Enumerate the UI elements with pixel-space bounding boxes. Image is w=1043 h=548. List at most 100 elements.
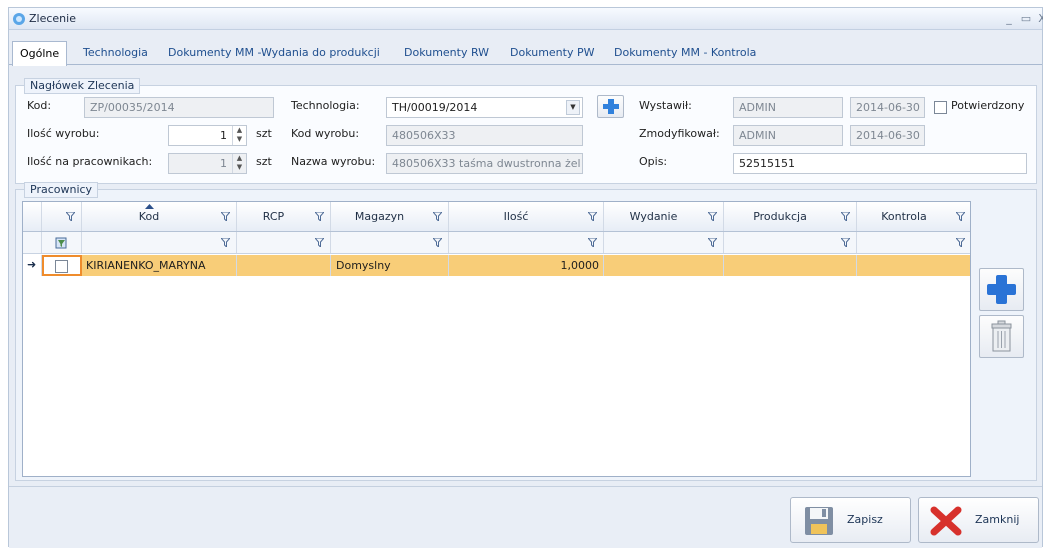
- cell-kontrola[interactable]: [857, 255, 970, 276]
- quantity-label: Ilość wyrobu:: [27, 127, 100, 140]
- filter-cell-rcp[interactable]: [237, 232, 331, 253]
- add-worker-button[interactable]: [979, 268, 1024, 311]
- filter-icon[interactable]: [841, 212, 850, 221]
- row-select-checkbox[interactable]: [55, 260, 68, 273]
- tab-technologia[interactable]: Technologia: [76, 43, 155, 65]
- filter-icon[interactable]: [433, 238, 442, 247]
- cell-ilosc[interactable]: 1,0000: [449, 255, 604, 276]
- column-header-rcp[interactable]: RCP: [237, 202, 331, 231]
- cell-magazyn[interactable]: Domyslny: [331, 255, 449, 276]
- quantity-spinner[interactable]: ▲ ▼: [232, 126, 246, 145]
- row-indicator: ➜: [23, 255, 42, 276]
- filter-icon[interactable]: [315, 212, 324, 221]
- cell-rcp[interactable]: [237, 255, 331, 276]
- filter-icon[interactable]: [956, 212, 965, 221]
- tab-strip: Ogólne Technologia Dokumenty MM -Wydania…: [9, 40, 1042, 66]
- close-label: Zamknij: [975, 513, 1020, 526]
- column-label-ilosc: Ilość: [503, 210, 529, 223]
- column-header-produkcja[interactable]: Produkcja: [724, 202, 857, 231]
- minimize-button[interactable]: _: [1001, 11, 1017, 27]
- chevron-down-icon[interactable]: ▼: [566, 100, 580, 115]
- column-label-produkcja: Produkcja: [753, 210, 807, 223]
- cell-produkcja[interactable]: [724, 255, 857, 276]
- save-label: Zapisz: [847, 513, 883, 526]
- save-button[interactable]: Zapisz: [790, 497, 911, 543]
- column-label-rcp: RCP: [262, 210, 285, 223]
- product-code-field: 480506X33: [386, 125, 583, 146]
- order-header-title: Nagłówek Zlecenia: [24, 78, 141, 94]
- column-header-wydanie[interactable]: Wydanie: [604, 202, 724, 231]
- trash-icon: [991, 320, 1012, 352]
- column-label-kontrola: Kontrola: [881, 210, 927, 223]
- filter-cell-magazyn[interactable]: [331, 232, 449, 253]
- filter-icon[interactable]: [708, 238, 717, 247]
- quantity-stepper[interactable]: 1 ▲ ▼: [168, 125, 247, 146]
- tab-dokumenty-mm-kontrola[interactable]: Dokumenty MM - Kontrola: [607, 43, 763, 65]
- tab-ogolne[interactable]: Ogólne: [12, 41, 68, 66]
- filter-icon[interactable]: [588, 238, 597, 247]
- worker-quantity-unit: szt: [256, 155, 272, 168]
- add-technology-button[interactable]: [597, 95, 624, 118]
- modified-date-field: 2014-06-30: [850, 125, 925, 146]
- product-code-label: Kod wyrobu:: [291, 127, 360, 140]
- plus-icon: [987, 275, 1016, 304]
- code-label: Kod:: [27, 99, 52, 112]
- issued-by-label: Wystawił:: [639, 99, 692, 112]
- column-header-kod[interactable]: Kod: [82, 202, 237, 231]
- tab-dokumenty-pw[interactable]: Dokumenty PW: [503, 43, 602, 65]
- filter-editor-icon[interactable]: [55, 237, 67, 249]
- worker-quantity-label: Ilość na pracownikach:: [27, 155, 153, 168]
- column-header-magazyn[interactable]: Magazyn: [331, 202, 449, 231]
- filter-icon[interactable]: [841, 238, 850, 247]
- worker-quantity-stepper: 1 ▲ ▼: [168, 153, 247, 174]
- filter-cell-kontrola[interactable]: [857, 232, 970, 253]
- order-code-field[interactable]: ZP/00035/2014: [84, 97, 274, 118]
- filter-cell-kod[interactable]: [82, 232, 237, 253]
- plus-icon: [603, 99, 619, 114]
- filter-icon[interactable]: [221, 212, 230, 221]
- row-select-cell[interactable]: [42, 255, 82, 276]
- footer-bar: Zapisz Zamknij: [9, 486, 1042, 548]
- column-header-ilosc[interactable]: Ilość: [449, 202, 604, 231]
- description-input[interactable]: 52515151: [733, 153, 1027, 174]
- title-bar: Zlecenie _ ▭ X: [9, 8, 1043, 30]
- technology-select[interactable]: TH/00019/2014 ▼: [386, 97, 583, 118]
- tab-dokumenty-rw[interactable]: Dokumenty RW: [397, 43, 496, 65]
- filter-icon[interactable]: [433, 212, 442, 221]
- order-header-group: Nagłówek Zlecenia Kod: ZP/00035/2014 Ilo…: [15, 78, 1037, 184]
- filter-icon[interactable]: [588, 212, 597, 221]
- worker-quantity-spinner: ▲ ▼: [232, 154, 246, 173]
- table-row[interactable]: ➜ KIRIANENKO_MARYNA Domyslny 1,0000: [23, 255, 970, 276]
- tab-dokumenty-mm-wydania[interactable]: Dokumenty MM -Wydania do produkcji: [161, 43, 387, 65]
- filter-cell-wydanie[interactable]: [604, 232, 724, 253]
- filter-cell-ilosc[interactable]: [449, 232, 604, 253]
- filter-icon[interactable]: [221, 238, 230, 247]
- delete-worker-button[interactable]: [979, 315, 1024, 358]
- technology-value: TH/00019/2014: [392, 101, 478, 114]
- cell-wydanie[interactable]: [604, 255, 724, 276]
- order-window: Zlecenie _ ▭ X Ogólne Technologia Dokume…: [8, 7, 1043, 548]
- maximize-button[interactable]: ▭: [1018, 11, 1034, 27]
- column-label-magazyn: Magazyn: [354, 210, 405, 223]
- modified-by-field: ADMIN: [733, 125, 843, 146]
- close-window-button[interactable]: X: [1034, 11, 1043, 27]
- window-title: Zlecenie: [29, 12, 76, 25]
- workers-grid: Kod RCP Magazyn Ilość Wydanie Produkcja …: [22, 201, 971, 477]
- filter-cell-produkcja[interactable]: [724, 232, 857, 253]
- filter-icon[interactable]: [66, 212, 75, 221]
- filter-icon[interactable]: [708, 212, 717, 221]
- select-column-header[interactable]: [42, 202, 82, 231]
- issued-date-field: 2014-06-30: [850, 97, 925, 118]
- cell-kod[interactable]: KIRIANENKO_MARYNA: [82, 255, 237, 276]
- product-name-label: Nazwa wyrobu:: [291, 155, 376, 168]
- column-header-kontrola[interactable]: Kontrola: [857, 202, 970, 231]
- close-button[interactable]: Zamknij: [918, 497, 1039, 543]
- floppy-disk-icon: [805, 507, 833, 535]
- modified-by-label: Zmodyfikował:: [639, 127, 720, 140]
- filter-icon[interactable]: [315, 238, 324, 247]
- filter-icon[interactable]: [956, 238, 965, 247]
- filter-cell-select[interactable]: [42, 232, 82, 253]
- confirmed-checkbox[interactable]: [934, 101, 947, 114]
- sort-ascending-icon: [145, 204, 154, 209]
- product-name-field: 480506X33 taśma dwustronna żel: [386, 153, 583, 174]
